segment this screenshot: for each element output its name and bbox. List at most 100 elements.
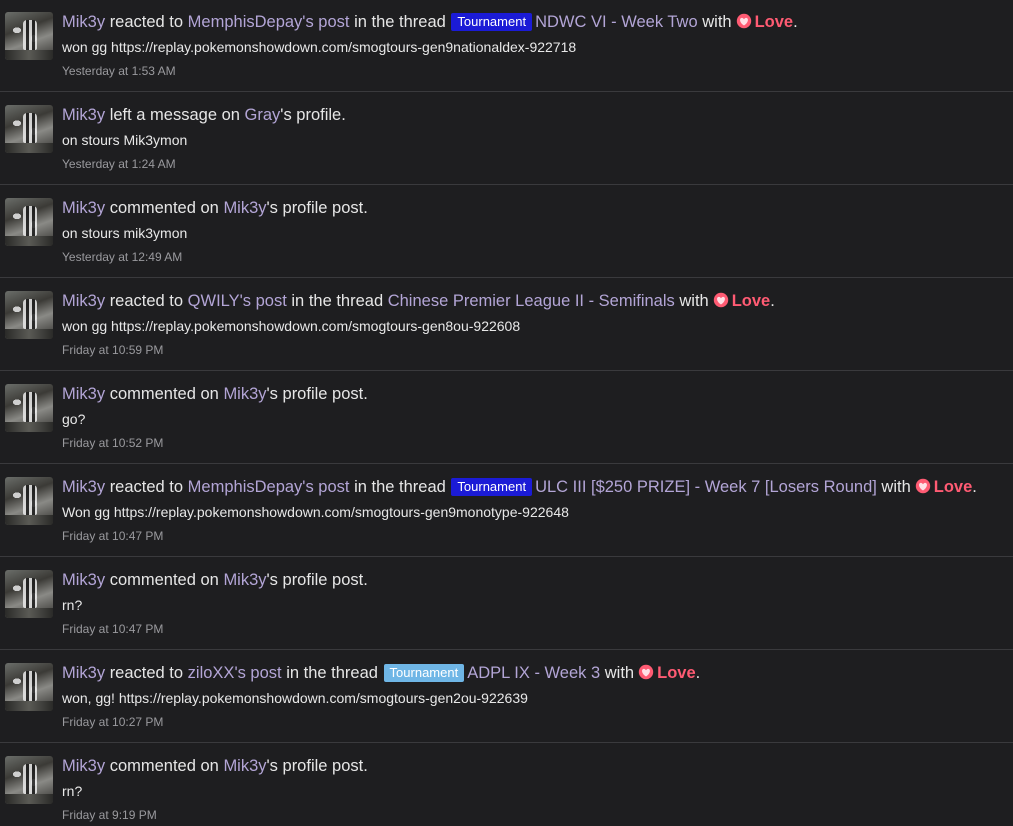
actor-link[interactable]: Mik3y — [62, 385, 105, 403]
target-link[interactable]: Mik3y — [223, 385, 266, 403]
item-headline: Mik3y reacted to ziloXX's post in the th… — [62, 663, 700, 683]
heart-love-icon — [713, 292, 728, 308]
item-headline: Mik3y commented on Mik3y's profile post. — [62, 384, 368, 404]
item-headline: Mik3y reacted to MemphisDepay's post in … — [62, 477, 977, 497]
actor-link[interactable]: Mik3y — [62, 571, 105, 589]
target-link[interactable]: MemphisDepay's post — [188, 478, 350, 496]
item-snippet[interactable]: won gg https://replay.pokemonshowdown.co… — [62, 38, 576, 56]
reaction-love[interactable]: Love — [657, 664, 696, 682]
avatar[interactable] — [5, 105, 53, 153]
item-snippet[interactable]: won gg https://replay.pokemonshowdown.co… — [62, 317, 520, 335]
target-link[interactable]: Mik3y — [223, 571, 266, 589]
item-timestamp[interactable]: Friday at 10:59 PM — [62, 342, 163, 358]
thread-link[interactable]: ULC III [$250 PRIZE] - Week 7 [Losers Ro… — [535, 478, 877, 496]
target-link[interactable]: ziloXX's post — [188, 664, 282, 682]
thread-link[interactable]: ADPL IX - Week 3 — [467, 664, 600, 682]
period: . — [972, 478, 977, 496]
with-text: with — [679, 292, 709, 310]
period: . — [793, 13, 798, 31]
in-thread-text: in the thread — [291, 292, 384, 310]
item-timestamp[interactable]: Friday at 10:52 PM — [62, 435, 163, 451]
feed-item: Mik3y commented on Mik3y's profile post.… — [0, 186, 1013, 278]
thread-link[interactable]: Chinese Premier League II - Semifinals — [388, 292, 675, 310]
thread-link[interactable]: NDWC VI - Week Two — [535, 13, 698, 31]
item-timestamp[interactable]: Friday at 10:27 PM — [62, 714, 163, 730]
heart-love-icon — [915, 478, 930, 494]
feed-item: Mik3y left a message on Gray's profile. … — [0, 93, 1013, 185]
suffix-text: 's profile post. — [266, 571, 368, 589]
target-link[interactable]: QWILY's post — [188, 292, 287, 310]
in-thread-text: in the thread — [354, 13, 446, 31]
item-snippet[interactable]: on stours mik3ymon — [62, 224, 187, 242]
actor-link[interactable]: Mik3y — [62, 106, 105, 124]
item-timestamp[interactable]: Yesterday at 1:53 AM — [62, 63, 176, 79]
verb-text: commented on — [109, 199, 219, 217]
avatar[interactable] — [5, 756, 53, 804]
actor-link[interactable]: Mik3y — [62, 664, 105, 682]
avatar[interactable] — [5, 291, 53, 339]
tournament-badge[interactable]: Tournament — [451, 13, 533, 31]
target-link[interactable]: Mik3y — [223, 199, 266, 217]
suffix-text: 's profile post. — [266, 385, 368, 403]
item-snippet[interactable]: rn? — [62, 596, 82, 614]
item-timestamp[interactable]: Friday at 9:19 PM — [62, 807, 157, 823]
target-link[interactable]: Mik3y — [223, 757, 266, 775]
actor-link[interactable]: Mik3y — [62, 292, 105, 310]
item-headline: Mik3y reacted to QWILY's post in the thr… — [62, 291, 775, 311]
target-link[interactable]: MemphisDepay's post — [188, 13, 350, 31]
verb-text: reacted to — [109, 13, 184, 31]
item-snippet[interactable]: won, gg! https://replay.pokemonshowdown.… — [62, 689, 528, 707]
suffix-text: 's profile. — [280, 106, 346, 124]
avatar[interactable] — [5, 384, 53, 432]
verb-text: commented on — [109, 385, 219, 403]
item-headline: Mik3y commented on Mik3y's profile post. — [62, 756, 368, 776]
verb-text: reacted to — [109, 292, 184, 310]
verb-text: reacted to — [109, 478, 184, 496]
actor-link[interactable]: Mik3y — [62, 13, 105, 31]
reaction-love[interactable]: Love — [732, 292, 771, 310]
with-text: with — [604, 664, 635, 682]
item-timestamp[interactable]: Friday at 10:47 PM — [62, 528, 163, 544]
in-thread-text: in the thread — [286, 664, 378, 682]
actor-link[interactable]: Mik3y — [62, 757, 105, 775]
actor-link[interactable]: Mik3y — [62, 478, 105, 496]
feed-item: Mik3y reacted to QWILY's post in the thr… — [0, 279, 1013, 371]
avatar[interactable] — [5, 477, 53, 525]
target-link[interactable]: Gray — [245, 106, 281, 124]
item-snippet[interactable]: on stours Mik3ymon — [62, 131, 187, 149]
item-snippet[interactable]: rn? — [62, 782, 82, 800]
feed-item: Mik3y reacted to ziloXX's post in the th… — [0, 651, 1013, 743]
suffix-text: 's profile post. — [266, 757, 368, 775]
period: . — [695, 664, 701, 682]
feed-item: Mik3y commented on Mik3y's profile post.… — [0, 558, 1013, 650]
avatar[interactable] — [5, 570, 53, 618]
period: . — [770, 292, 775, 310]
suffix-text: 's profile post. — [266, 199, 368, 217]
item-timestamp[interactable]: Friday at 10:47 PM — [62, 621, 163, 637]
avatar[interactable] — [5, 12, 53, 60]
feed-item: Mik3y reacted to MemphisDepay's post in … — [0, 0, 1013, 92]
item-timestamp[interactable]: Yesterday at 12:49 AM — [62, 249, 182, 265]
verb-text: reacted to — [109, 664, 184, 682]
in-thread-text: in the thread — [354, 478, 446, 496]
item-timestamp[interactable]: Yesterday at 1:24 AM — [62, 156, 176, 172]
item-headline: Mik3y left a message on Gray's profile. — [62, 105, 346, 125]
avatar[interactable] — [5, 198, 53, 246]
item-headline: Mik3y commented on Mik3y's profile post. — [62, 570, 368, 590]
tournament-badge[interactable]: Tournament — [383, 664, 465, 682]
tournament-badge[interactable]: Tournament — [451, 478, 533, 496]
item-snippet[interactable]: Won gg https://replay.pokemonshowdown.co… — [62, 503, 569, 521]
activity-feed: Mik3y reacted to MemphisDepay's post in … — [0, 0, 1013, 826]
actor-link[interactable]: Mik3y — [62, 199, 105, 217]
item-headline: Mik3y reacted to MemphisDepay's post in … — [62, 12, 798, 32]
feed-item: Mik3y commented on Mik3y's profile post.… — [0, 744, 1013, 826]
reaction-love[interactable]: Love — [755, 13, 794, 31]
avatar[interactable] — [5, 663, 53, 711]
verb-text: commented on — [109, 571, 219, 589]
feed-item: Mik3y reacted to MemphisDepay's post in … — [0, 465, 1013, 557]
verb-text: commented on — [109, 757, 219, 775]
reaction-love[interactable]: Love — [934, 478, 973, 496]
verb-text: left a message on — [109, 106, 240, 124]
item-snippet[interactable]: go? — [62, 410, 85, 428]
item-headline: Mik3y commented on Mik3y's profile post. — [62, 198, 368, 218]
